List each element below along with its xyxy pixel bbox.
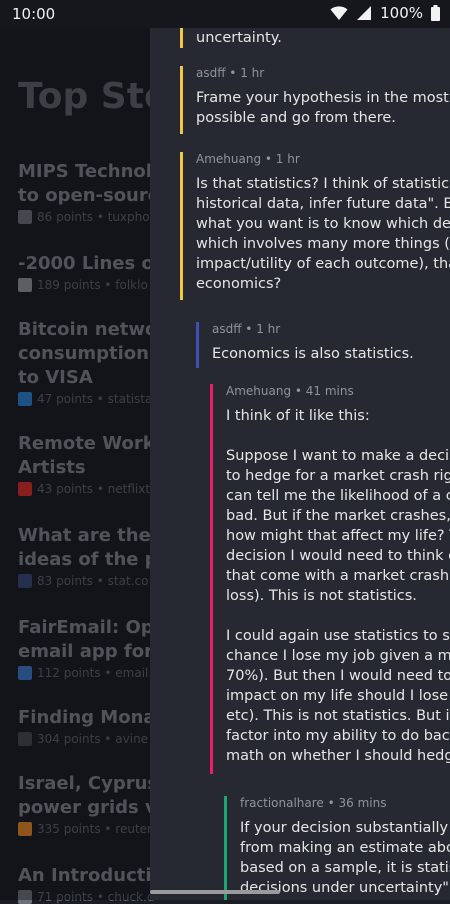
comment-meta[interactable]: Amehuang • 1 hr (196, 152, 300, 166)
comment-depth-bar (196, 322, 199, 368)
wifi-icon (330, 6, 348, 20)
comment-depth-bar (180, 152, 183, 300)
comment-paragraph: I think of it like this: (226, 408, 370, 424)
signal-icon (357, 6, 372, 20)
comment-paragraph: Economics is also statistics. (212, 346, 414, 362)
comment-body: If your decision substantially i from mak… (240, 818, 450, 898)
comment-paragraph: Suppose I want to make a decisi to hedge … (226, 448, 450, 604)
comment-paragraph: Is that statistics? I think of statistic… (196, 176, 450, 292)
home-indicator[interactable] (150, 890, 280, 894)
status-time: 10:00 (12, 5, 56, 23)
comments-panel[interactable]: uncertainty. asdff • 1 hr Frame your hypot… (150, 28, 450, 900)
status-bar: 10:00 100% (0, 0, 450, 28)
comment[interactable]: Amehuang • 41 mins I think of it like thi… (210, 384, 450, 774)
comment-paragraph: I could again use statistics to sa chance… (226, 628, 450, 764)
comment-depth-bar (180, 66, 183, 134)
comment-body: Economics is also statistics. (212, 344, 450, 364)
battery-icon (431, 5, 440, 21)
comment[interactable]: asdff • 1 hr Economics is also statistics… (196, 322, 450, 368)
comment-paragraph: If your decision substantially i from mak… (240, 820, 450, 896)
comment-depth-bar (180, 28, 183, 48)
comment-depth-bar (210, 384, 213, 774)
comment-body: I think of it like this: Suppose I want t… (226, 406, 450, 766)
comment-meta[interactable]: asdff • 1 hr (212, 322, 280, 336)
battery-percent: 100% (380, 4, 423, 22)
comment-depth-bar (224, 796, 227, 900)
comment-meta[interactable]: asdff • 1 hr (196, 66, 264, 80)
comment-meta[interactable]: Amehuang • 41 mins (226, 384, 354, 398)
comment-body: uncertainty. (196, 28, 450, 48)
comment-body: Is that statistics? I think of statistic… (196, 174, 450, 294)
comment-paragraph: uncertainty. (196, 30, 282, 46)
comment-paragraph: Frame your hypothesis in the most s possi… (196, 90, 450, 126)
comment[interactable]: fractionalhare • 36 mins If your decision… (224, 796, 450, 900)
comment[interactable]: asdff • 1 hr Frame your hypothesis in the… (180, 66, 450, 134)
comment[interactable]: uncertainty. (180, 28, 450, 48)
status-icons: 100% (330, 4, 440, 22)
comment-body: Frame your hypothesis in the most s possi… (196, 88, 450, 128)
comment-meta[interactable]: fractionalhare • 36 mins (240, 796, 386, 810)
comment[interactable]: Amehuang • 1 hr Is that statistics? I thi… (180, 152, 450, 300)
scrim[interactable] (0, 0, 150, 900)
